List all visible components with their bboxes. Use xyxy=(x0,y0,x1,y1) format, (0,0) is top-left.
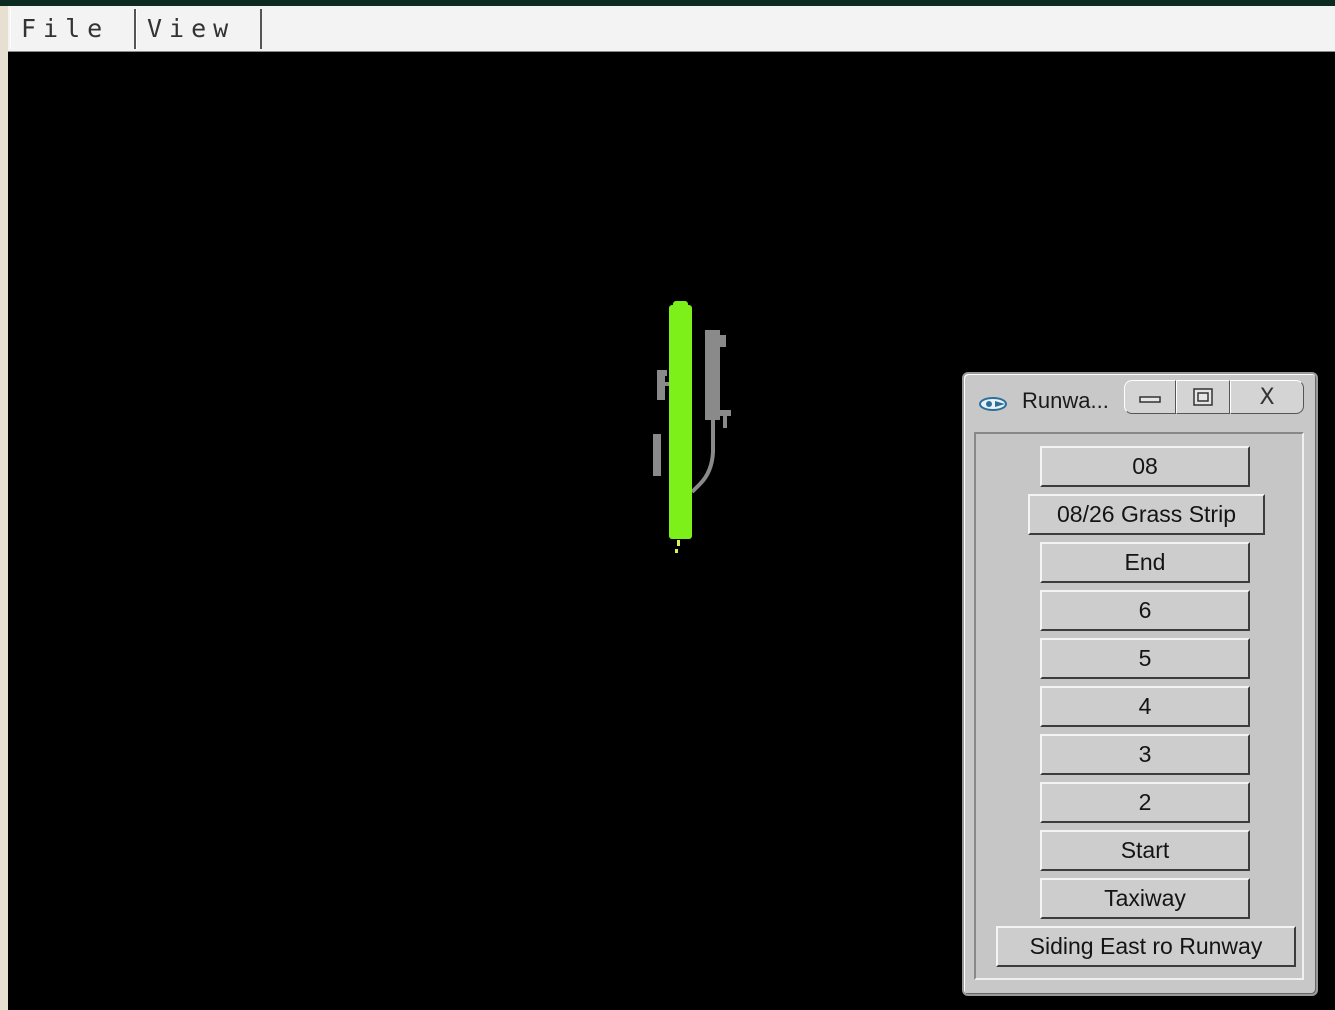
menu-file[interactable]: File xyxy=(10,9,136,49)
runway-strip xyxy=(669,305,692,539)
taxiway-connector xyxy=(690,420,715,494)
west-siding xyxy=(653,434,661,476)
runway-tip xyxy=(673,301,688,309)
maximize-button[interactable] xyxy=(1176,380,1230,414)
minimize-button[interactable] xyxy=(1124,380,1176,414)
runway-button-start[interactable]: Start xyxy=(1040,830,1250,871)
window-left-edge xyxy=(0,6,8,1010)
runway-end-marker-dot xyxy=(675,549,678,553)
runway-button-4[interactable]: 4 xyxy=(1040,686,1250,727)
minimize-icon xyxy=(1139,396,1161,403)
runway-button-2[interactable]: 2 xyxy=(1040,782,1250,823)
app-eye-icon xyxy=(979,397,1007,411)
runway-button-6[interactable]: 6 xyxy=(1040,590,1250,631)
apron-stub-east-top xyxy=(720,335,726,347)
runway-button-3[interactable]: 3 xyxy=(1040,734,1250,775)
apron-block-east xyxy=(705,330,720,420)
taxiway-spur-east xyxy=(713,410,731,416)
close-button[interactable]: X xyxy=(1230,380,1304,414)
runway-end-marker xyxy=(677,540,680,546)
runway-button-grass-strip[interactable]: 08/26 Grass Strip xyxy=(1028,494,1265,535)
runway-button-5[interactable]: 5 xyxy=(1040,638,1250,679)
runway-button-list: 08 08/26 Grass Strip End 6 5 4 3 2 Start… xyxy=(974,432,1304,980)
window-title: Runwa... xyxy=(1022,388,1109,413)
runway-window: Runwa... X 08 08/26 Grass Strip End 6 5 … xyxy=(962,372,1318,996)
menu-view[interactable]: View xyxy=(136,9,262,49)
taxiway-stub-east xyxy=(723,414,727,428)
window-titlebar[interactable]: Runwa... X xyxy=(970,378,1310,422)
west-taxi-cap xyxy=(663,370,667,376)
runway-button-taxiway[interactable]: Taxiway xyxy=(1040,878,1250,919)
maximize-icon xyxy=(1193,388,1213,406)
menu-bar: File View xyxy=(8,6,1335,52)
close-icon: X xyxy=(1259,384,1275,410)
runway-button-08[interactable]: 08 xyxy=(1040,446,1250,487)
runway-button-end[interactable]: End xyxy=(1040,542,1250,583)
runway-button-siding-east[interactable]: Siding East ro Runway xyxy=(996,926,1296,967)
